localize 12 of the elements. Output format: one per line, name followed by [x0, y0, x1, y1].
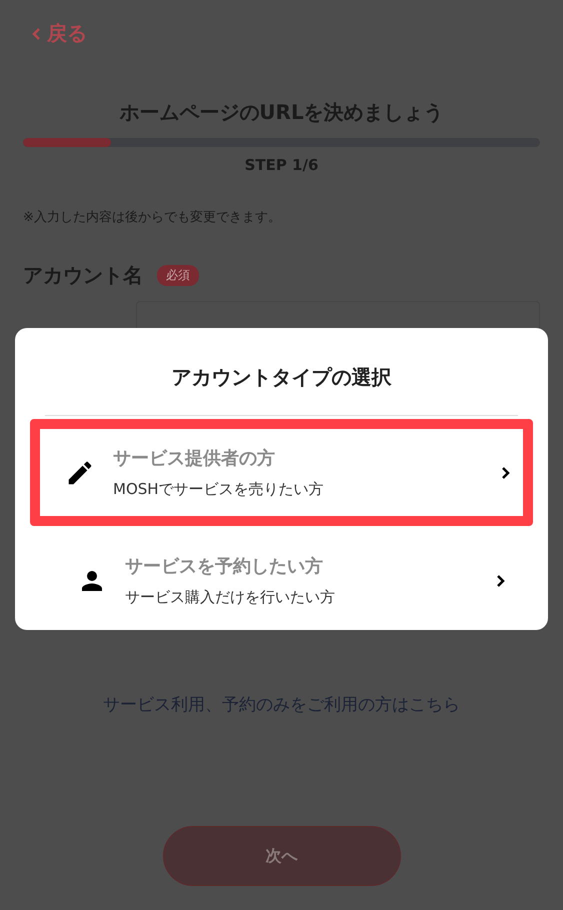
account-type-option[interactable]: サービス提供者の方 MOSHでサービスを売りたい方	[30, 419, 533, 526]
chevron-right-icon	[501, 466, 511, 480]
option-subtitle: サービス購入だけを行いたい方	[125, 588, 336, 607]
dialog-title: アカウントタイプの選択	[45, 364, 518, 416]
option-title: サービス提供者の方	[113, 447, 276, 470]
chevron-right-icon	[496, 574, 506, 588]
chevron-left-icon	[31, 26, 41, 40]
back-link[interactable]: 戻る	[31, 20, 87, 47]
option-subtitle: MOSHでサービスを売りたい方	[113, 480, 325, 499]
required-badge: 必須	[157, 265, 199, 286]
option-title: サービスを予約したい方	[125, 555, 324, 578]
account-type-option[interactable]: サービスを予約したい方 サービス購入だけを行いたい方	[45, 526, 518, 630]
